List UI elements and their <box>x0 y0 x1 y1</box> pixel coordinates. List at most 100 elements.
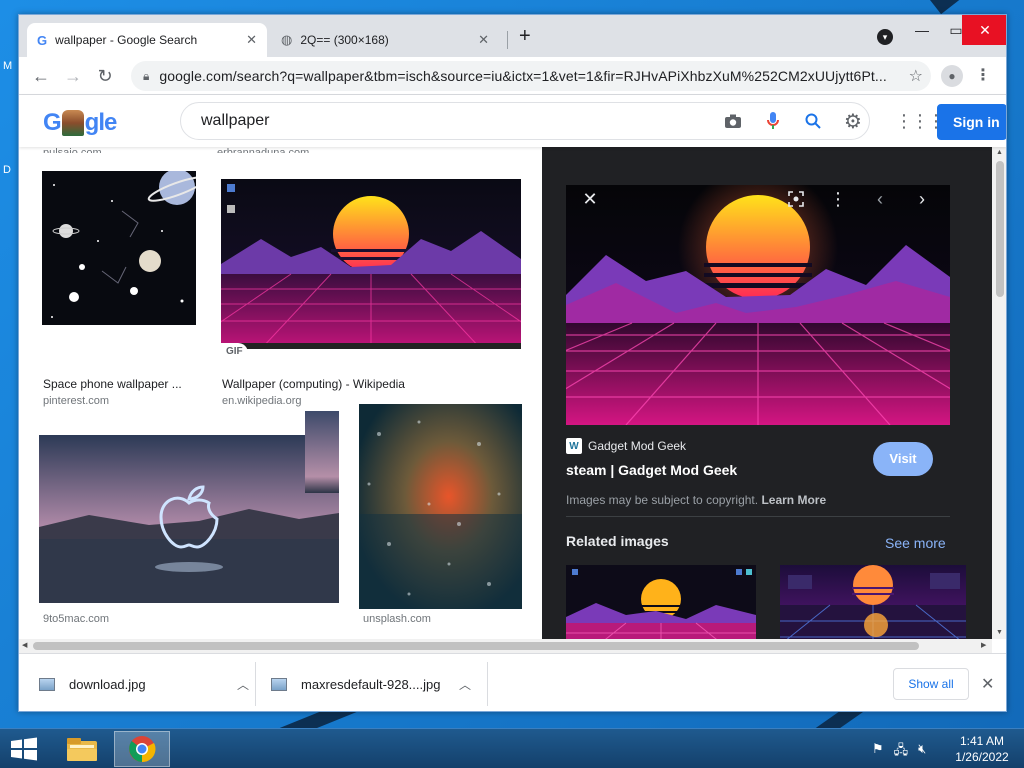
network-icon[interactable]: 🖧︎ <box>894 741 909 763</box>
result-title[interactable]: Space phone wallpaper ... <box>43 377 182 391</box>
chevron-up-icon[interactable]: ︿ <box>459 676 471 693</box>
globe-icon: ◍ <box>281 32 293 47</box>
download-filename: download.jpg <box>69 676 146 692</box>
browser-toolbar: ← → ↻ 🔒︎ google.com/search?q=wallpaper&t… <box>19 57 1006 95</box>
forward-button[interactable]: → <box>61 64 85 88</box>
tab-title: wallpaper - Google Search <box>55 33 198 47</box>
scroll-left-arrow[interactable]: ◀ <box>22 641 27 649</box>
taskbar: ⚑ 🖧︎ 🔇︎ 1:41 AM 1/26/2022 <box>0 728 1024 768</box>
logo-letter: G <box>43 109 62 136</box>
windows-start-icon[interactable] <box>10 737 38 761</box>
chevron-left-icon[interactable]: ‹ <box>866 185 894 213</box>
profile-button[interactable]: ● <box>941 65 963 87</box>
learn-more-link[interactable]: Learn More <box>761 493 826 507</box>
volume-muted-icon[interactable]: 🔇︎ <box>918 741 926 763</box>
vertical-scrollbar[interactable]: ▲ ▼ <box>992 147 1006 639</box>
scroll-down-arrow[interactable]: ▼ <box>996 629 1003 636</box>
related-image-thumbnail[interactable] <box>780 565 966 639</box>
download-item[interactable]: download.jpg ︿ <box>39 654 249 711</box>
search-input[interactable]: wallpaper ⚙ <box>180 102 870 140</box>
result-source[interactable]: pinterest.com <box>43 395 109 407</box>
google-doodle-logo[interactable]: Ggle <box>43 109 118 137</box>
lens-icon[interactable] <box>782 185 810 213</box>
reload-button[interactable]: ↻ <box>93 64 117 88</box>
divider <box>487 662 488 706</box>
wordpress-icon: W <box>566 438 582 454</box>
minimize-button[interactable]: — <box>905 15 939 45</box>
lock-icon[interactable]: 🔒︎ <box>143 69 149 84</box>
action-center-flag-icon[interactable]: ⚑ <box>872 741 884 763</box>
microphone-icon[interactable] <box>761 109 785 133</box>
address-bar[interactable]: 🔒︎ google.com/search?q=wallpaper&tbm=isc… <box>131 61 931 91</box>
tab-google-search[interactable]: G wallpaper - Google Search ✕ <box>27 23 267 57</box>
result-thumbnail-synthwave[interactable] <box>221 179 521 349</box>
tab-search-button[interactable]: ▾ <box>877 29 893 45</box>
result-thumbnail-tree[interactable] <box>359 404 522 609</box>
chrome-icon[interactable] <box>114 731 170 767</box>
tab-strip: G wallpaper - Google Search ✕ ◍ 2Q== (30… <box>19 15 1006 57</box>
result-source[interactable]: 9to5mac.com <box>43 613 109 625</box>
chevron-up-icon[interactable]: ︿ <box>237 676 249 693</box>
related-image-thumbnail[interactable] <box>566 565 756 639</box>
desktop-icon-label[interactable]: D <box>3 164 11 176</box>
site-name: Gadget Mod Geek <box>588 439 687 453</box>
bookmark-star-icon[interactable]: ☆ <box>909 66 923 86</box>
horizontal-scrollbar[interactable]: ◀ ▶ <box>19 639 992 653</box>
url-text: google.com/search?q=wallpaper&tbm=isch&s… <box>159 68 887 84</box>
doodle-image <box>61 110 84 136</box>
more-options-icon[interactable]: ⋮ <box>824 185 852 213</box>
tab-title: 2Q== (300×168) <box>300 33 389 47</box>
download-item[interactable]: maxresdefault-928....jpg ︿ <box>271 654 471 711</box>
result-title[interactable]: Wallpaper (computing) - Wikipedia <box>222 377 405 391</box>
scroll-up-arrow[interactable]: ▲ <box>996 149 1003 156</box>
google-apps-icon[interactable]: ⋮⋮⋮ <box>895 111 945 132</box>
image-preview-panel: ✕ ⋮ ‹ › W Gadget Mod Geek steam | Gadget… <box>542 147 992 639</box>
scrollbar-thumb[interactable] <box>33 642 919 650</box>
close-icon[interactable]: ✕ <box>981 674 994 694</box>
scrollbar-thumb[interactable] <box>996 161 1004 297</box>
clock-time: 1:41 AM <box>959 734 1005 748</box>
sign-in-button[interactable]: Sign in <box>937 104 1006 140</box>
tab-separator <box>507 31 508 49</box>
close-icon[interactable]: ✕ <box>246 32 257 48</box>
browser-menu-button[interactable]: ⋮ <box>975 65 991 85</box>
preview-title[interactable]: steam | Gadget Mod Geek <box>566 462 737 478</box>
close-icon[interactable]: ✕ <box>478 32 489 48</box>
scroll-right-arrow[interactable]: ▶ <box>981 641 986 649</box>
divider <box>566 516 950 517</box>
tab-image[interactable]: ◍ 2Q== (300×168) ✕ <box>271 23 499 57</box>
image-results: pulsaio.com erbrannaduna.com Space phone… <box>19 147 542 639</box>
related-images-heading: Related images <box>566 533 669 549</box>
google-header: Ggle wallpaper ⚙ ⋮⋮⋮ Sign in <box>19 95 1006 147</box>
see-more-link[interactable]: See more <box>885 535 946 551</box>
divider <box>255 662 256 706</box>
gear-icon[interactable]: ⚙ <box>841 109 865 133</box>
result-thumbnail-apple[interactable] <box>39 435 339 603</box>
clock-date: 1/26/2022 <box>955 750 1009 764</box>
download-filename: maxresdefault-928....jpg <box>301 676 441 692</box>
camera-icon[interactable] <box>721 109 745 133</box>
image-file-icon <box>271 677 287 691</box>
visit-button[interactable]: Visit <box>873 442 933 476</box>
system-tray: ⚑ 🖧︎ 🔇︎ <box>872 741 926 763</box>
search-icon[interactable] <box>801 109 825 133</box>
result-source[interactable]: unsplash.com <box>363 613 431 625</box>
back-button[interactable]: ← <box>29 64 53 88</box>
desktop-icon-label[interactable]: M <box>3 60 12 72</box>
result-source[interactable]: en.wikipedia.org <box>222 395 302 407</box>
result-thumbnail-space[interactable] <box>42 171 196 325</box>
preview-image[interactable] <box>566 185 950 425</box>
show-all-button[interactable]: Show all <box>893 668 969 700</box>
system-clock[interactable]: 1:41 AM 1/26/2022 <box>950 733 1014 765</box>
file-explorer-icon[interactable] <box>54 731 110 767</box>
download-bar: download.jpg ︿ maxresdefault-928....jpg … <box>19 653 1006 711</box>
copyright-notice: Images may be subject to copyright. Lear… <box>566 493 826 507</box>
close-window-button[interactable]: ✕ <box>962 15 1006 45</box>
preview-site-row[interactable]: W Gadget Mod Geek <box>566 438 686 454</box>
result-thumbnail-partial[interactable] <box>305 411 339 493</box>
logo-letter: gle <box>84 109 118 136</box>
new-tab-button[interactable]: + <box>519 25 531 48</box>
chevron-right-icon[interactable]: › <box>908 185 936 213</box>
close-icon[interactable]: ✕ <box>576 185 604 213</box>
google-g-icon: G <box>37 32 48 48</box>
